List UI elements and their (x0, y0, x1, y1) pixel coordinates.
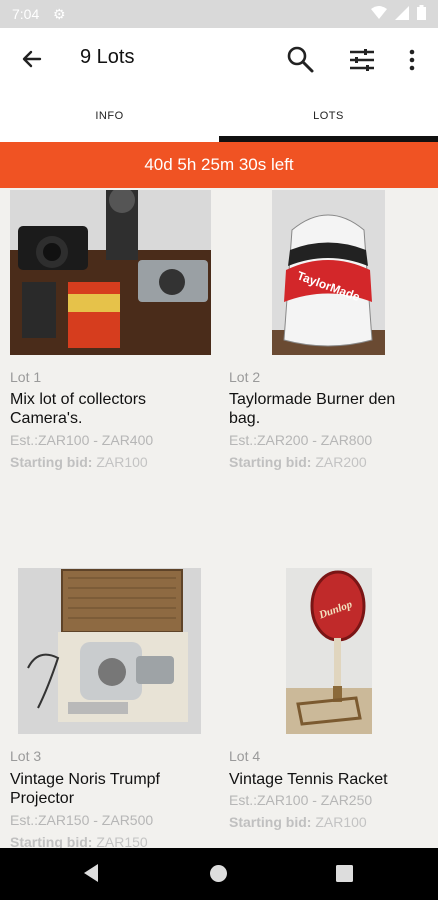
lot-estimate: Est.:ZAR100 - ZAR400 (10, 432, 154, 448)
settings-status-icon: ⚙ (53, 6, 66, 22)
starting-bid-label: Starting bid: (229, 814, 312, 830)
lot-title: Taylormade Burner den bag. (229, 391, 396, 427)
tab-lots[interactable]: LOTS (219, 90, 438, 142)
lot-number: Lot 3 (10, 748, 42, 764)
starting-bid-value: ZAR150 (96, 834, 148, 848)
tab-info[interactable]: INFO (0, 90, 219, 142)
lots-grid: Lot 1 Mix lot of collectors Camera's. Es… (0, 188, 438, 848)
lot-estimate: Est.:ZAR200 - ZAR800 (229, 432, 373, 448)
more-vert-icon[interactable] (402, 45, 422, 75)
lot-starting-bid: Starting bid: ZAR150 (10, 834, 148, 848)
starting-bid-value: ZAR100 (96, 454, 148, 470)
lot-card-2[interactable]: TaylorMade Lot 2 Taylormade Burner den b… (219, 188, 429, 548)
status-icons (371, 5, 426, 20)
status-bar: 7:04 ⚙ (0, 0, 438, 28)
starting-bid-label: Starting bid: (10, 454, 93, 470)
tab-bar: INFO LOTS (0, 90, 438, 142)
lot-starting-bid: Starting bid: ZAR200 (229, 454, 367, 470)
lot-2-image: TaylorMade (272, 190, 385, 355)
signal-icon (395, 5, 409, 20)
nav-home-icon[interactable] (209, 864, 228, 883)
lot-starting-bid: Starting bid: ZAR100 (10, 454, 148, 470)
lot-number: Lot 1 (10, 369, 42, 385)
starting-bid-label: Starting bid: (10, 834, 93, 848)
lot-4-image: Dunlop (286, 568, 372, 734)
lot-title: Vintage Tennis Racket (229, 771, 388, 788)
countdown-banner: 40d 5h 25m 30s left (0, 142, 438, 188)
nav-back-icon[interactable] (82, 863, 100, 883)
filter-icon[interactable] (347, 45, 377, 75)
battery-icon (417, 5, 426, 20)
status-time: 7:04 (12, 6, 40, 22)
lot-estimate: Est.:ZAR150 - ZAR500 (10, 812, 154, 828)
lot-starting-bid: Starting bid: ZAR100 (229, 814, 367, 830)
lot-card-3[interactable]: Lot 3 Vintage Noris Trumpf Projector Est… (0, 568, 210, 848)
nav-recents-icon[interactable] (336, 865, 353, 882)
system-nav-bar (0, 848, 438, 900)
search-icon[interactable] (285, 44, 315, 74)
lot-3-image (18, 568, 201, 734)
lot-number: Lot 4 (229, 748, 261, 764)
starting-bid-value: ZAR100 (315, 814, 367, 830)
starting-bid-value: ZAR200 (315, 454, 367, 470)
page-title: 9 Lots (80, 46, 135, 68)
lot-title: Mix lot of collectors Camera's. (10, 391, 147, 427)
lot-title: Vintage Noris Trumpf Projector (10, 771, 160, 807)
lot-1-image (10, 190, 211, 355)
lot-number: Lot 2 (229, 369, 261, 385)
lot-card-4[interactable]: Dunlop Lot 4 Vintage Tennis Racket Est.:… (219, 568, 429, 848)
back-arrow-icon[interactable] (18, 45, 46, 73)
wifi-icon (371, 5, 387, 19)
app-bar: 9 Lots (0, 28, 438, 90)
lot-card-1[interactable]: Lot 1 Mix lot of collectors Camera's. Es… (0, 188, 211, 548)
lot-estimate: Est.:ZAR100 - ZAR250 (229, 792, 373, 808)
starting-bid-label: Starting bid: (229, 454, 312, 470)
